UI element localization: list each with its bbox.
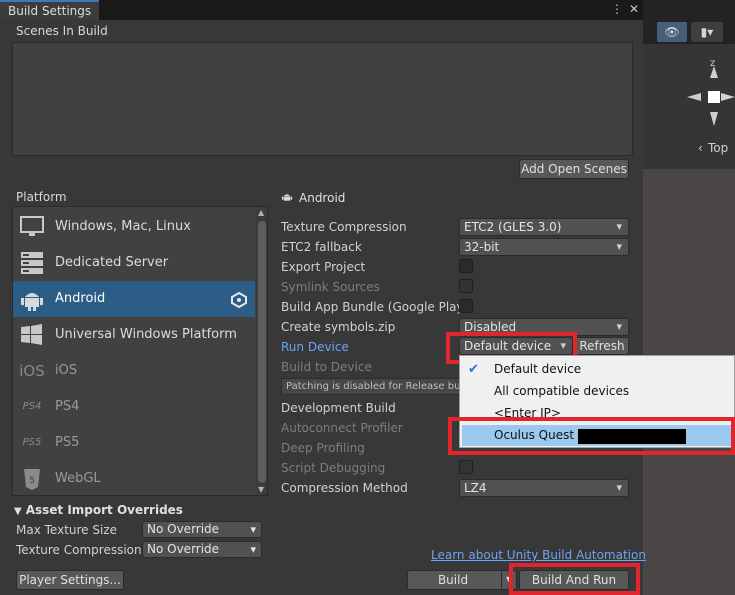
platform-label: Platform [16,190,67,204]
texture-compression-override-label: Texture Compression [16,543,142,557]
platform-item-windows[interactable]: Windows, Mac, Linux [13,209,255,245]
platform-item-webgl[interactable]: 5 WebGL [13,461,255,495]
build-button[interactable]: Build ▾ [407,570,517,590]
svg-text:‹: ‹ [698,141,703,155]
symlink-sources-label: Symlink Sources [281,280,380,294]
build-and-run-highlight [509,563,640,595]
build-app-bundle-checkbox[interactable] [459,299,473,313]
server-icon [19,251,45,275]
export-project-label: Export Project [281,260,366,274]
scrollbar-thumb[interactable] [258,221,266,483]
texture-compression-label: Texture Compression [281,220,407,234]
check-icon: ✔ [468,362,479,377]
script-debugging-checkbox[interactable] [459,460,473,474]
monitor-icon [19,215,45,239]
orientation-gizmo[interactable]: z ‹ Top [643,44,735,169]
camera-icon[interactable]: ▮▾ [691,22,723,42]
popup-option-all-compatible[interactable]: All compatible devices [494,384,629,398]
run-device-label: Run Device [281,340,349,354]
build-to-device-label: Build to Device [281,360,372,374]
learn-build-automation-link[interactable]: Learn about Unity Build Automation [431,548,646,562]
platform-list[interactable]: Windows, Mac, Linux Dedicated Server And… [12,206,268,496]
etc2-fallback-dropdown[interactable]: 32-bit [459,238,629,256]
svg-text:5: 5 [29,476,35,486]
platform-item-android[interactable]: Android [13,281,255,317]
create-symbols-label: Create symbols.zip [281,320,396,334]
scene-view: 👁 ▮▾ z ‹ Top [643,0,735,595]
add-open-scenes-button[interactable]: Add Open Scenes [519,159,629,179]
platform-scrollbar[interactable]: ▲ ▼ [256,207,267,495]
development-build-label: Development Build [281,401,396,415]
title-bar: Build Settings ⋮ ✕ [0,0,643,20]
deep-profiling-label: Deep Profiling [281,441,365,455]
visibility-toggle-icon[interactable]: 👁 [657,22,687,42]
scenes-in-build-label: Scenes In Build [16,24,108,38]
max-texture-size-dropdown[interactable]: No Override [142,521,262,538]
platform-item-dedicated-server[interactable]: Dedicated Server [13,245,255,281]
scroll-up-icon[interactable]: ▲ [258,208,264,217]
window-tab[interactable]: Build Settings [0,0,99,20]
player-settings-button[interactable]: Player Settings... [16,570,124,590]
etc2-fallback-label: ETC2 fallback [281,240,362,254]
scene-toolbar: 👁 ▮▾ [643,0,735,44]
texture-compression-dropdown[interactable]: ETC2 (GLES 3.0) [459,218,629,236]
platform-item-uwp[interactable]: Universal Windows Platform [13,317,255,353]
kebab-icon[interactable]: ⋮ [610,1,624,17]
script-debugging-label: Script Debugging [281,461,386,475]
scroll-down-icon[interactable]: ▼ [258,485,264,494]
android-icon [281,190,293,207]
platform-item-ios[interactable]: iOS iOS [13,353,255,389]
patching-disabled-note: Patching is disabled for Release build [281,378,461,395]
android-settings-title: Android [281,190,345,207]
android-title-text: Android [299,191,346,205]
unity-logo-icon [231,291,247,311]
z-axis-label: z [710,58,715,69]
ps4-icon: PS4 [22,401,42,412]
platform-item-ps5[interactable]: PS5 PS5 [13,425,255,461]
oculus-quest-highlight [448,417,735,455]
view-axis-label: Top [707,141,728,155]
refresh-button[interactable]: Refresh [575,337,629,355]
foldout-arrow-icon: ▼ [14,506,22,517]
scenes-list[interactable] [12,42,633,156]
html5-icon: 5 [19,467,45,491]
build-app-bundle-label: Build App Bundle (Google Play) [281,300,469,314]
asset-import-overrides-header[interactable]: ▼ Asset Import Overrides [14,503,183,517]
compression-method-dropdown[interactable]: LZ4 [459,479,629,497]
export-project-checkbox[interactable] [459,259,473,273]
close-icon[interactable]: ✕ [627,1,641,17]
platform-item-ps4[interactable]: PS4 PS4 [13,389,255,425]
max-texture-size-label: Max Texture Size [16,523,117,537]
autoconnect-profiler-label: Autoconnect Profiler [281,421,403,435]
compression-method-label: Compression Method [281,481,408,495]
android-icon [19,287,45,311]
ios-icon: iOS [19,362,45,380]
texture-compression-override-dropdown[interactable]: No Override [142,541,262,558]
gizmo-graphic: z ‹ Top [687,58,735,155]
symlink-sources-checkbox[interactable] [459,279,473,293]
popup-option-default-device[interactable]: Default device [494,362,581,376]
ps5-icon: PS5 [22,437,42,448]
windows-icon [19,323,45,347]
